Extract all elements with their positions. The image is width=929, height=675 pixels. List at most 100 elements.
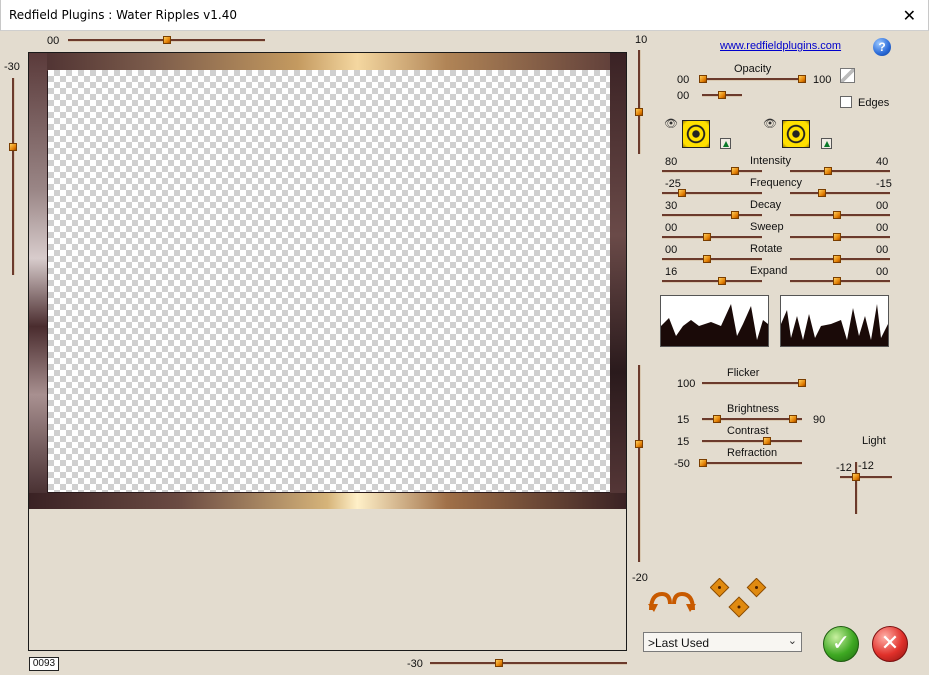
param-label: Decay: [750, 199, 782, 211]
contrast-track[interactable]: [702, 440, 802, 443]
help-icon[interactable]: ?: [873, 38, 891, 56]
light-x-value: -12: [836, 462, 852, 474]
waveform-preview-1: [660, 295, 769, 347]
frame-right-edge: [610, 53, 626, 509]
transparent-area: [48, 70, 610, 492]
ripple-source-1-up-icon[interactable]: [720, 138, 731, 149]
param-left-value: 30: [665, 200, 678, 212]
bottom-slider-value: -30: [407, 658, 423, 670]
preset-select[interactable]: >Last Used ⌄: [643, 632, 802, 652]
undo-redo-arrows-icon[interactable]: [648, 590, 696, 612]
refraction-value: -50: [674, 458, 690, 470]
preset-value: >Last Used: [648, 636, 710, 650]
contrast-thumb[interactable]: [763, 437, 771, 445]
left-slider-value: -30: [4, 61, 20, 73]
close-icon[interactable]: ✕: [903, 6, 916, 26]
opacity-toggle-icon[interactable]: [840, 68, 855, 83]
ripple-source-2-up-icon[interactable]: [821, 138, 832, 149]
left-slider-thumb[interactable]: [9, 143, 17, 151]
param-label: Rotate: [750, 243, 783, 255]
param-left-thumb[interactable]: [731, 211, 739, 219]
refraction-thumb[interactable]: [699, 459, 707, 467]
brightness-min-thumb[interactable]: [713, 415, 721, 423]
flicker-thumb[interactable]: [798, 379, 806, 387]
preview-canvas[interactable]: [29, 53, 626, 509]
contrast-value: 15: [677, 436, 690, 448]
left-slider-track[interactable]: [12, 78, 15, 275]
right-slider-top-value: 10: [635, 34, 648, 46]
param-right-value: 00: [876, 200, 889, 212]
brightness-label: Brightness: [727, 403, 779, 415]
param-right-value: 40: [876, 156, 889, 168]
edges-label: Edges: [858, 97, 890, 109]
flicker-label: Flicker: [727, 367, 760, 379]
param-left-thumb[interactable]: [718, 277, 726, 285]
param-left-value: 16: [665, 266, 678, 278]
param-right-thumb[interactable]: [833, 255, 841, 263]
eye-icon[interactable]: 👁: [763, 117, 777, 130]
light-y-value: -12: [858, 460, 874, 472]
param-left-thumb[interactable]: [678, 189, 686, 197]
ripple-source-1-icon[interactable]: [682, 120, 710, 148]
website-link[interactable]: www.redfieldplugins.com: [720, 40, 841, 52]
brightness-min-value: 15: [677, 414, 690, 426]
bottom-slider-track[interactable]: [430, 662, 627, 665]
eye-icon[interactable]: 👁: [664, 117, 678, 130]
light-position-thumb[interactable]: [852, 473, 860, 481]
light-label: Light: [862, 435, 886, 447]
param-right-thumb[interactable]: [818, 189, 826, 197]
flicker-track[interactable]: [702, 382, 806, 385]
brightness-max-thumb[interactable]: [789, 415, 797, 423]
frame-bottom-edge: [29, 493, 626, 509]
light-x-track[interactable]: [840, 476, 892, 479]
param-left-track[interactable]: [662, 236, 762, 239]
random-dice-icon[interactable]: [710, 578, 770, 620]
param-left-track[interactable]: [662, 192, 762, 195]
param-left-track[interactable]: [662, 258, 762, 261]
param-right-value: 00: [876, 266, 889, 278]
opacity-second-value: 00: [677, 90, 690, 102]
param-right-value: -15: [876, 178, 892, 190]
right-slider-bottom-value: -20: [632, 572, 648, 584]
right-slider-lower-track[interactable]: [638, 365, 641, 562]
opacity-second-thumb[interactable]: [718, 91, 726, 99]
ripple-source-2-icon[interactable]: [782, 120, 810, 148]
light-y-track[interactable]: [855, 462, 858, 514]
param-label: Sweep: [750, 221, 784, 233]
param-left-thumb[interactable]: [731, 167, 739, 175]
opacity-min-value: 00: [677, 74, 690, 86]
param-right-thumb[interactable]: [833, 211, 841, 219]
param-left-track[interactable]: [662, 214, 762, 217]
right-slider-lower-thumb[interactable]: [635, 440, 643, 448]
param-label: Intensity: [750, 155, 791, 167]
contrast-label: Contrast: [727, 425, 769, 437]
param-left-thumb[interactable]: [703, 233, 711, 241]
chevron-down-icon: ⌄: [787, 635, 797, 647]
ok-button[interactable]: ✓: [823, 626, 859, 662]
right-slider-upper-thumb[interactable]: [635, 108, 643, 116]
opacity-max-thumb[interactable]: [798, 75, 806, 83]
top-slider-value: 00: [47, 35, 60, 47]
param-left-value: 80: [665, 156, 678, 168]
brightness-max-value: 90: [813, 414, 826, 426]
opacity-label: Opacity: [734, 63, 772, 75]
title-bar: Redfield Plugins : Water Ripples v1.40 ✕: [0, 0, 929, 31]
param-left-track[interactable]: [662, 280, 762, 283]
refraction-track[interactable]: [702, 462, 802, 465]
edges-checkbox[interactable]: [840, 96, 852, 108]
param-right-track[interactable]: [790, 192, 890, 195]
right-slider-upper-track[interactable]: [638, 50, 641, 154]
opacity-track[interactable]: [700, 78, 806, 81]
top-slider-thumb[interactable]: [163, 36, 171, 44]
param-left-value: 00: [665, 244, 678, 256]
opacity-max-value: 100: [813, 74, 832, 86]
param-right-thumb[interactable]: [833, 233, 841, 241]
param-left-track[interactable]: [662, 170, 762, 173]
param-right-track[interactable]: [790, 170, 890, 173]
param-right-thumb[interactable]: [833, 277, 841, 285]
param-right-thumb[interactable]: [824, 167, 832, 175]
param-left-thumb[interactable]: [703, 255, 711, 263]
bottom-slider-thumb[interactable]: [495, 659, 503, 667]
cancel-button[interactable]: ✕: [872, 626, 908, 662]
opacity-min-thumb[interactable]: [699, 75, 707, 83]
